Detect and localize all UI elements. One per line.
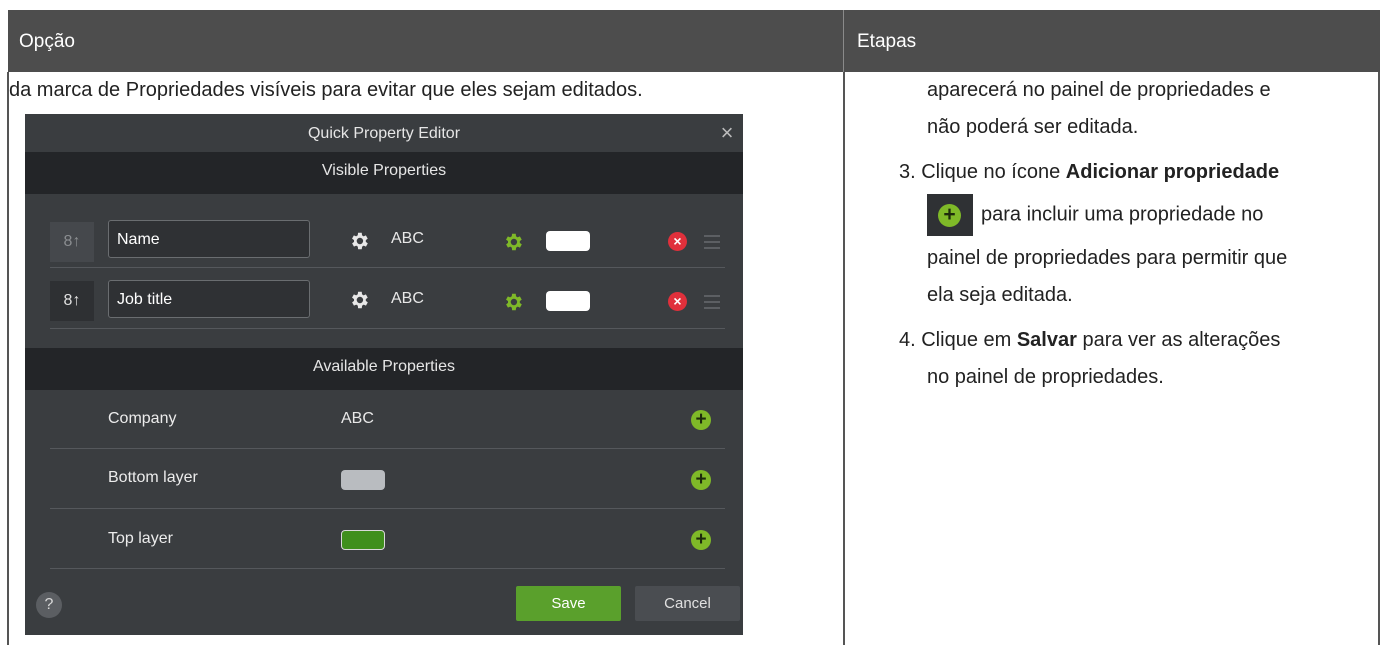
property-name-field[interactable]: Job title — [108, 280, 310, 318]
color-swatch — [341, 530, 385, 550]
close-icon[interactable]: × — [715, 121, 739, 145]
step-3-prefix: 3. Clique no ícone — [899, 161, 1066, 183]
column-header-steps: Etapas — [857, 31, 917, 52]
available-property-name: Company — [108, 410, 177, 427]
table-border-right — [1378, 72, 1380, 645]
color-swatch — [341, 470, 385, 490]
step-text-line: ela seja editada. — [927, 284, 1073, 306]
table-border-middle — [843, 72, 845, 645]
remove-icon[interactable]: × — [668, 232, 687, 251]
gear-icon[interactable] — [502, 291, 524, 313]
add-property-icon: + — [927, 194, 973, 236]
step-3-bold: Adicionar propriedade — [1065, 161, 1280, 183]
available-property-name: Bottom layer — [108, 469, 198, 486]
table-header — [8, 10, 1380, 72]
add-property-icon[interactable]: + — [691, 470, 711, 490]
column-header-option: Opção — [19, 31, 75, 52]
row-divider — [50, 568, 725, 569]
row-divider — [50, 267, 725, 268]
step-text-line: painel de propriedades para permitir que — [927, 247, 1288, 269]
property-type-label: ABC — [391, 230, 424, 247]
cancel-button[interactable]: Cancel — [635, 586, 740, 621]
gear-icon[interactable] — [502, 231, 524, 253]
quick-property-editor-dialog: Quick Property Editor × Visible Properti… — [25, 114, 743, 635]
step-4-bold: Salvar — [1016, 329, 1077, 351]
step-4: 4. Clique em Salvar para ver as alteraçõ… — [899, 329, 1280, 352]
gear-icon[interactable] — [348, 230, 370, 252]
property-name-field[interactable]: Name — [108, 220, 310, 258]
remove-icon[interactable]: × — [668, 292, 687, 311]
available-properties-header: Available Properties — [25, 348, 743, 390]
step-3-icon-line: + para incluir uma propriedade no — [899, 194, 1263, 236]
row-divider — [50, 508, 725, 509]
step-3-after-icon: para incluir uma propriedade no — [981, 203, 1264, 226]
add-property-icon[interactable]: + — [691, 410, 711, 430]
step-4-prefix: 4. Clique em — [899, 329, 1017, 351]
save-button[interactable]: Save — [516, 586, 621, 621]
step-3: 3. Clique no ícone Adicionar propriedade — [899, 161, 1279, 184]
unlink-icon[interactable]: 8↑ — [50, 222, 94, 262]
help-icon[interactable]: ? — [36, 592, 62, 618]
color-swatch[interactable] — [546, 291, 590, 311]
step-text-line: não poderá ser editada. — [927, 116, 1139, 138]
row-divider — [50, 448, 725, 449]
drag-handle-icon[interactable] — [704, 295, 720, 309]
row-divider — [50, 328, 725, 329]
table-border-left — [7, 72, 9, 645]
header-divider — [843, 10, 844, 72]
gear-icon[interactable] — [348, 289, 370, 311]
add-property-icon[interactable]: + — [691, 530, 711, 550]
step-text-line: no painel de propriedades. — [927, 366, 1164, 388]
color-swatch[interactable] — [546, 231, 590, 251]
option-description: da marca de Propriedades visíveis para e… — [9, 79, 643, 101]
dialog-title: Quick Property Editor — [307, 125, 461, 142]
available-property-name: Top layer — [108, 530, 173, 547]
visible-properties-header: Visible Properties — [25, 152, 743, 194]
property-type-label: ABC — [341, 410, 374, 427]
property-type-label: ABC — [391, 290, 424, 307]
step-text-line: aparecerá no painel de propriedades e — [927, 79, 1271, 101]
step-4-suffix: para ver as alterações — [1076, 329, 1281, 351]
drag-handle-icon[interactable] — [704, 235, 720, 249]
link-icon[interactable]: 8↑ — [50, 281, 94, 321]
